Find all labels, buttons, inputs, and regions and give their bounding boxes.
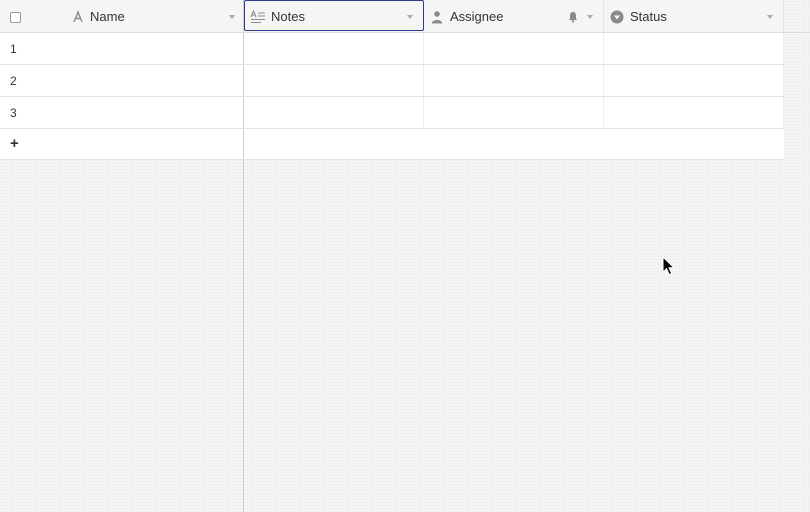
select-all-checkbox[interactable] — [10, 12, 21, 23]
add-row-cell[interactable]: + — [0, 129, 244, 159]
column-label-notes: Notes — [271, 9, 305, 24]
column-header-notes[interactable]: Notes — [244, 0, 424, 31]
cell-name[interactable]: 1 — [0, 33, 244, 64]
bell-icon[interactable] — [567, 11, 579, 23]
single-select-icon — [610, 10, 624, 24]
cell-status[interactable] — [604, 97, 784, 128]
chevron-down-icon[interactable] — [587, 15, 593, 19]
add-row-button[interactable]: + — [0, 129, 784, 160]
cell-notes[interactable] — [244, 65, 424, 96]
cell-name[interactable]: 3 — [0, 97, 244, 128]
chevron-down-icon[interactable] — [767, 15, 773, 19]
person-icon — [431, 11, 443, 24]
mouse-cursor-icon — [662, 256, 676, 276]
chevron-down-icon[interactable] — [407, 15, 413, 19]
cell-name[interactable]: 2 — [0, 65, 244, 96]
row-number: 2 — [10, 74, 17, 88]
add-field-area — [784, 0, 810, 33]
column-label-assignee: Assignee — [450, 9, 504, 24]
grid-rows: 1 2 3 + — [0, 33, 784, 160]
data-grid: Name Notes Assignee Status 1 2 3 + — [0, 0, 810, 512]
column-header-status[interactable]: Status — [604, 0, 784, 32]
cell-status[interactable] — [604, 33, 784, 64]
column-label-name: Name — [90, 9, 125, 24]
table-row[interactable]: 3 — [0, 97, 784, 129]
table-row[interactable]: 1 — [0, 33, 784, 65]
long-text-icon — [250, 10, 265, 24]
cell-notes[interactable] — [244, 33, 424, 64]
row-number: 1 — [10, 42, 17, 56]
frozen-column-divider — [0, 160, 244, 512]
plus-icon[interactable]: + — [10, 135, 19, 152]
cell-notes[interactable] — [244, 97, 424, 128]
cell-status[interactable] — [604, 65, 784, 96]
row-number: 3 — [10, 106, 17, 120]
cell-assignee[interactable] — [424, 97, 604, 128]
column-header-assignee[interactable]: Assignee — [424, 0, 604, 32]
table-row[interactable]: 2 — [0, 65, 784, 97]
column-label-status: Status — [630, 9, 667, 24]
text-icon — [73, 10, 83, 23]
chevron-down-icon[interactable] — [229, 15, 235, 19]
cell-assignee[interactable] — [424, 65, 604, 96]
column-header-name[interactable]: Name — [0, 0, 244, 32]
cell-assignee[interactable] — [424, 33, 604, 64]
grid-header: Name Notes Assignee Status — [0, 0, 784, 33]
